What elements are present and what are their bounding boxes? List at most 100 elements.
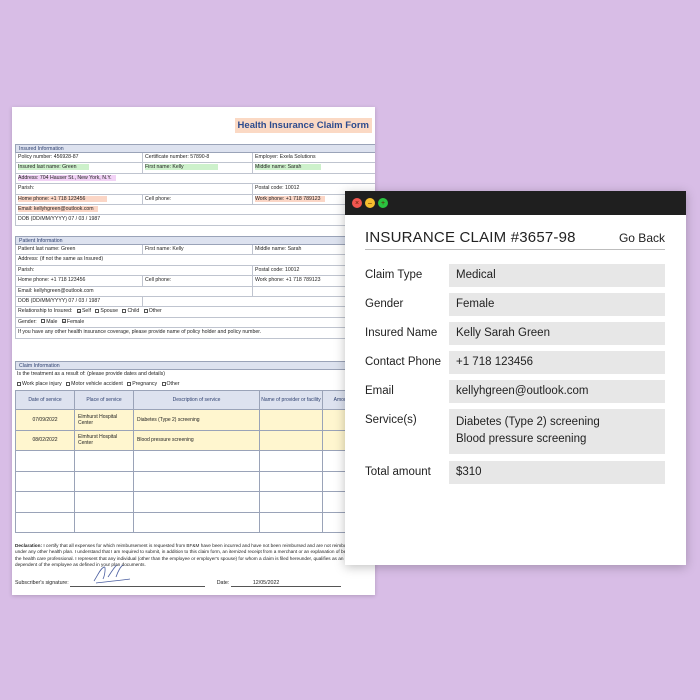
services-value: Diabetes (Type 2) screening Blood pressu… [449, 409, 665, 454]
gender-value: Female [449, 293, 665, 316]
other-relationship-checkbox[interactable] [143, 308, 148, 313]
relationship-field: Relationship to Insured: × Self Spouse Ch… [18, 308, 162, 315]
row-place: Elmhurst Hospital Center [74, 409, 134, 431]
insured-row-2: Insured last name: Green First name: Kel… [15, 163, 375, 174]
spouse-checkbox[interactable] [95, 308, 100, 313]
window-titlebar: × – + [345, 191, 686, 215]
patient-address-field: Address: (if not the same as Insured) [18, 256, 104, 263]
claim-header: INSURANCE CLAIM #3657-98 Go Back [365, 229, 665, 250]
insured-address-field: Address: 704 Hauser St., New York, N.Y. [16, 174, 375, 183]
signature-label: Subscriber's signature: [15, 580, 69, 586]
row-provider [259, 429, 323, 451]
claim-section-header: Claim Information [15, 361, 375, 370]
insured-section-header: Insured Information [15, 144, 375, 153]
handwritten-signature [93, 564, 131, 584]
col-description: Description of service [133, 390, 260, 410]
patient-cell-phone-field: Cell phone: [143, 276, 253, 286]
row-date: 07/09/2022 [15, 409, 75, 431]
table-row-empty [15, 511, 375, 533]
services-table: Date of service Place of service Descrip… [15, 390, 375, 533]
total-amount-label: Total amount [365, 466, 431, 478]
patient-row-9: If you have any other health insurance c… [15, 328, 375, 339]
certificate-number-field: Certificate number: 57890-8 [143, 153, 253, 163]
insured-home-phone-field: Home phone: +1 718 123456 [16, 194, 143, 204]
row-description: Blood pressure screening [133, 429, 260, 451]
services-label: Service(s) [365, 414, 417, 426]
insured-row-1: Policy number: 456928-87 Certificate num… [15, 153, 375, 164]
insured-name-value: Kelly Sarah Green [449, 322, 665, 345]
insured-name-row: Insured Name Kelly Sarah Green [365, 322, 665, 345]
other-treatment-checkbox[interactable] [161, 382, 166, 387]
go-back-button[interactable]: Go Back [619, 231, 665, 245]
table-row-empty [15, 470, 375, 492]
patient-last-name-field: Patient last name: Green [16, 245, 143, 255]
pregnancy-checkbox[interactable] [127, 382, 132, 387]
female-checkbox[interactable]: × [61, 319, 66, 324]
services-table-header: Date of service Place of service Descrip… [15, 390, 375, 410]
close-icon[interactable]: × [352, 198, 362, 208]
patient-row-4: Home phone: +1 718 123456 Cell phone: Wo… [15, 276, 375, 287]
total-amount-row: Total amount $310 [365, 461, 665, 484]
insured-dob-field: DOB (DD/MM/YYYY) 07 / 03 / 1987 [18, 216, 101, 223]
insured-first-name-field: First name: Kelly [143, 163, 253, 173]
insured-cell-phone-field: Cell phone: [143, 194, 253, 204]
insured-row-4: Parish: Postal code: 10012 [15, 184, 375, 195]
col-place: Place of service [74, 390, 134, 410]
motor-accident-checkbox[interactable] [66, 382, 71, 387]
signature-area [70, 564, 206, 587]
declaration: Declaration: I certify that all expenses… [15, 543, 369, 568]
claim-fields: Claim Type Medical Gender Female Insured… [365, 264, 665, 490]
total-amount-value: $310 [449, 461, 665, 484]
table-row: 07/09/2022 Elmhurst Hospital Center Diab… [15, 409, 375, 431]
claim-type-label: Claim Type [365, 269, 423, 281]
work-injury-checkbox[interactable] [17, 382, 21, 387]
service-item: Blood pressure screening [456, 433, 587, 445]
self-checkbox[interactable]: × [76, 308, 81, 313]
insured-parish-field: Parish: [16, 184, 253, 194]
patient-dob-field: DOB (DD/MM/YYYY) 07 / 03 / 1987 [16, 296, 143, 307]
patient-row-7: Relationship to Insured: × Self Spouse Ch… [15, 307, 375, 318]
table-row-empty [15, 450, 375, 472]
patient-row-3: Parish: Postal code: 10012 [15, 265, 375, 277]
row-place: Elmhurst Hospital Center [74, 429, 134, 451]
row-date: 08/02/2022 [15, 429, 75, 451]
services-row: Service(s) Diabetes (Type 2) screening B… [365, 409, 665, 454]
male-checkbox[interactable] [41, 319, 46, 324]
maximize-icon[interactable]: + [378, 198, 388, 208]
contact-phone-label: Contact Phone [365, 356, 442, 368]
email-row: Email kellyhgreen@outlook.com [365, 380, 665, 403]
contact-phone-value: +1 718 123456 [449, 351, 665, 374]
patient-section-header: Patient Information [15, 236, 375, 245]
insured-row-7: DOB (DD/MM/YYYY) 07 / 03 / 1987 [15, 215, 375, 226]
patient-first-name-field: First name: Kelly [143, 245, 253, 255]
insured-row-3: Address: 704 Hauser St., New York, N.Y. [15, 173, 375, 185]
claim-type-value: Medical [449, 264, 665, 287]
date-value: 12/05/2022 [230, 580, 341, 587]
patient-information-section: Patient Information Patient last name: G… [15, 236, 375, 339]
other-coverage-field: If you have any other health insurance c… [18, 329, 262, 336]
email-value: kellyhgreen@outlook.com [449, 380, 665, 403]
patient-row-5: Email: kellyhgreen@outlook.com [15, 286, 375, 297]
insured-row-5: Home phone: +1 718 123456 Cell phone: Wo… [15, 194, 375, 205]
minimize-icon[interactable]: – [365, 198, 375, 208]
insured-middle-name-field: Middle name: Sarah [253, 163, 375, 172]
claim-row-1: Is the treatment as a result of: (please… [15, 370, 375, 380]
policy-number-field: Policy number: 456928-87 [16, 153, 143, 163]
patient-row-2: Address: (if not the same as Insured) [15, 255, 375, 266]
patient-home-phone-field: Home phone: +1 718 123456 [16, 276, 143, 286]
patient-row-8: Gender: Male × Female [15, 317, 375, 329]
claim-title: INSURANCE CLAIM #3657-98 [365, 229, 576, 246]
gender-row: Gender Female [365, 293, 665, 316]
service-item: Diabetes (Type 2) screening [456, 416, 600, 428]
table-row: 08/02/2022 Elmhurst Hospital Center Bloo… [15, 429, 375, 451]
gender-label: Gender [365, 298, 404, 310]
col-date: Date of service [15, 390, 75, 410]
date-label: Date: [216, 580, 230, 586]
child-checkbox[interactable] [122, 308, 127, 313]
employer-field: Employer: Exela Solutions [255, 154, 316, 160]
patient-parish-field: Parish: [16, 265, 253, 276]
claim-information-section: Claim Information Is the treatment as a … [15, 361, 375, 391]
claim-type-row: Claim Type Medical [365, 264, 665, 287]
gender-field: Gender: Male × Female [18, 318, 85, 325]
row-description: Diabetes (Type 2) screening [133, 409, 260, 431]
